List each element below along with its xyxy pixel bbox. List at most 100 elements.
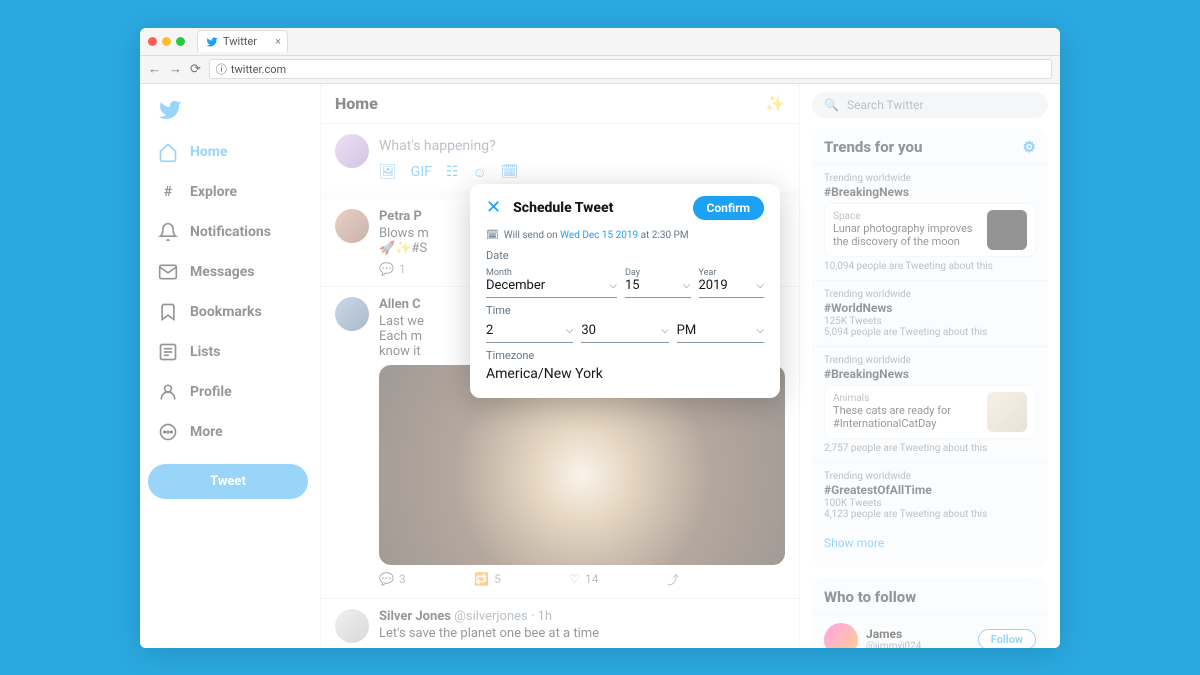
- chevron-down-icon: ⌵: [566, 325, 574, 336]
- trends-title: Trends for you: [824, 138, 922, 156]
- sidebar-label: More: [190, 424, 223, 440]
- gif-icon[interactable]: GIF: [411, 164, 432, 181]
- timezone-label: Timezone: [486, 349, 764, 362]
- tab-close-icon[interactable]: ×: [275, 35, 281, 48]
- follow-panel: Who to follow James@jimmyj024 Follow and…: [812, 578, 1048, 648]
- tweet-handle: @silverjones: [454, 609, 528, 624]
- compose-input[interactable]: What's happening?: [379, 134, 785, 164]
- trend-item[interactable]: Trending worldwide #GreatestOfAllTime 10…: [812, 462, 1048, 528]
- reply-icon[interactable]: 💬 1: [379, 262, 406, 276]
- back-icon[interactable]: ←: [148, 61, 161, 77]
- like-icon[interactable]: ♡: [584, 647, 595, 648]
- sidebar-label: Lists: [190, 344, 220, 360]
- close-icon[interactable]: ✕: [486, 197, 501, 218]
- list-icon: [158, 342, 178, 362]
- retweet-icon[interactable]: 🔁 5: [474, 571, 501, 588]
- reload-icon[interactable]: ⟳: [190, 62, 201, 77]
- hour-select[interactable]: 2⌵: [486, 321, 573, 343]
- sidebar-item-bookmarks[interactable]: Bookmarks: [148, 294, 312, 330]
- avatar[interactable]: [335, 297, 369, 331]
- avatar[interactable]: [335, 134, 369, 168]
- url-field[interactable]: ⓘ twitter.com: [209, 59, 1052, 79]
- browser-window: Twitter × ← → ⟳ ⓘ twitter.com Home # Expl…: [140, 28, 1060, 648]
- trend-card[interactable]: SpaceLunar photography improves the disc…: [824, 203, 1036, 257]
- chevron-down-icon: ⌵: [661, 325, 669, 336]
- sidebar-item-profile[interactable]: Profile: [148, 374, 312, 410]
- search-placeholder: Search Twitter: [847, 98, 924, 112]
- timezone-value: America/New York: [486, 366, 764, 382]
- sidebar-item-messages[interactable]: Messages: [148, 254, 312, 290]
- info-icon: ⓘ: [216, 61, 227, 77]
- follow-item[interactable]: James@jimmyj024 Follow: [812, 614, 1048, 648]
- envelope-icon: [158, 262, 178, 282]
- trend-card[interactable]: AnimalsThese cats are ready for #Interna…: [824, 385, 1036, 439]
- trend-card-image: [987, 392, 1027, 432]
- window-controls: [148, 37, 185, 46]
- sparkle-icon[interactable]: ✨: [765, 94, 785, 113]
- sidebar-item-more[interactable]: More: [148, 414, 312, 450]
- retweet-icon[interactable]: 🔁 15: [478, 647, 511, 648]
- sidebar-label: Explore: [190, 184, 237, 200]
- profile-icon: [158, 382, 178, 402]
- reply-icon[interactable]: 💬 3: [379, 647, 406, 648]
- browser-tab[interactable]: Twitter ×: [197, 30, 288, 52]
- emoji-icon[interactable]: ☺: [472, 164, 486, 181]
- sidebar-item-lists[interactable]: Lists: [148, 334, 312, 370]
- feed-header: Home ✨: [321, 84, 799, 124]
- calendar-icon: 🗓: [486, 230, 499, 241]
- day-select[interactable]: Day15⌵: [625, 266, 691, 298]
- chevron-down-icon: ⌵: [756, 325, 764, 336]
- chevron-down-icon: ⌵: [756, 280, 764, 291]
- trend-item[interactable]: Trending worldwide #BreakingNews Animals…: [812, 346, 1048, 462]
- tweet-author: Petra P: [379, 209, 422, 224]
- schedule-icon[interactable]: 🗓: [501, 164, 519, 181]
- sidebar-label: Home: [190, 144, 227, 160]
- minute-select[interactable]: 30⌵: [581, 321, 668, 343]
- time-section-label: Time: [486, 304, 764, 317]
- gear-icon[interactable]: ⚙: [1023, 138, 1036, 156]
- ampm-select[interactable]: PM⌵: [677, 321, 764, 343]
- avatar[interactable]: [335, 609, 369, 643]
- search-input[interactable]: 🔍 Search Twitter: [812, 92, 1048, 118]
- close-window-icon[interactable]: [148, 37, 157, 46]
- sidebar-item-explore[interactable]: # Explore: [148, 174, 312, 210]
- trend-item[interactable]: Trending worldwide #BreakingNews SpaceLu…: [812, 164, 1048, 280]
- trend-item[interactable]: Trending worldwide #WorldNews 125K Tweet…: [812, 280, 1048, 346]
- avatar[interactable]: [335, 209, 369, 243]
- tweet[interactable]: Silver Jones @silverjones · 1h Let's sav…: [321, 599, 799, 648]
- sidebar-label: Bookmarks: [190, 304, 262, 320]
- home-icon: [158, 142, 178, 162]
- tweet-hashtags: 🚀✨#S: [379, 241, 427, 256]
- like-icon[interactable]: ♡ 14: [569, 571, 598, 588]
- trend-card-image: [987, 210, 1027, 250]
- follow-title: Who to follow: [824, 588, 916, 606]
- follow-button[interactable]: Follow: [978, 629, 1036, 648]
- chevron-down-icon: ⌵: [609, 280, 617, 291]
- date-section-label: Date: [486, 249, 764, 262]
- month-select[interactable]: MonthDecember⌵: [486, 266, 617, 298]
- tweet-button[interactable]: Tweet: [148, 464, 308, 499]
- sidebar: Home # Explore Notifications Messages Boo…: [140, 84, 320, 648]
- minimize-window-icon[interactable]: [162, 37, 171, 46]
- twitter-logo-icon[interactable]: [158, 98, 302, 122]
- year-select[interactable]: Year2019⌵: [699, 266, 765, 298]
- confirm-button[interactable]: Confirm: [693, 196, 764, 220]
- show-more-link[interactable]: Show more: [812, 528, 1048, 558]
- sidebar-item-notifications[interactable]: Notifications: [148, 214, 312, 250]
- twitter-favicon-icon: [206, 36, 218, 48]
- sidebar-label: Notifications: [190, 224, 271, 240]
- reply-icon[interactable]: 💬 3: [379, 571, 406, 588]
- tweet-author: Allen C: [379, 297, 421, 312]
- tweet-author: Silver Jones: [379, 609, 451, 624]
- poll-icon[interactable]: ☷: [446, 164, 459, 181]
- tab-title: Twitter: [223, 35, 257, 48]
- share-icon[interactable]: ⤴: [667, 647, 679, 648]
- schedule-note: 🗓 Will send on Wed Dec 15 2019 at 2:30 P…: [486, 230, 764, 241]
- sidebar-item-home[interactable]: Home: [148, 134, 312, 170]
- hashtag-icon: #: [158, 182, 178, 202]
- image-icon[interactable]: 🖼: [379, 164, 397, 181]
- maximize-window-icon[interactable]: [176, 37, 185, 46]
- avatar: [824, 623, 858, 648]
- forward-icon[interactable]: →: [169, 61, 182, 77]
- share-icon[interactable]: ⤴: [667, 571, 679, 588]
